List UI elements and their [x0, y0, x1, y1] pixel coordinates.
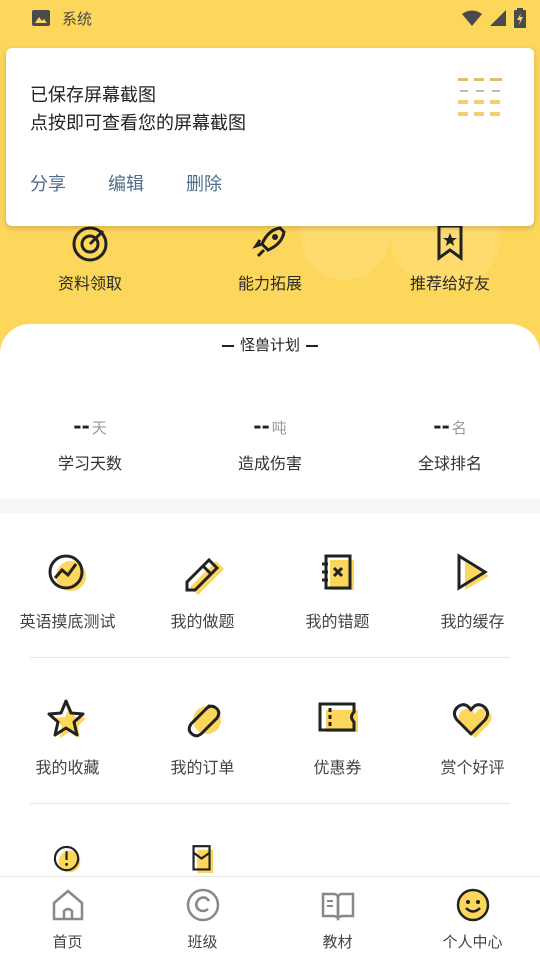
notification-message: 点按即可查看您的屏幕截图 [30, 113, 246, 134]
grid-item-label: 英语摸底测试 [19, 612, 116, 631]
status-bar: 系统 [0, 0, 540, 36]
nav-label: 班级 [187, 933, 218, 951]
book-icon [321, 892, 354, 922]
feature-grid-row-3 [0, 844, 540, 876]
nav-label: 首页 [52, 933, 83, 951]
grid-item-my-practice[interactable]: 我的做题 [135, 552, 270, 672]
bottom-navigation: 首页 班级 教材 个人中心 [0, 876, 540, 960]
shortcut-recommend[interactable]: 推荐给好友 [360, 220, 540, 300]
status-app-label: 系统 [62, 9, 93, 28]
grid-item-favorites[interactable]: 我的收藏 [0, 698, 135, 818]
grid-item-feedback[interactable] [0, 844, 135, 876]
grid-item-envelope[interactable] [135, 844, 270, 876]
feature-grid-row-2: 我的收藏 我的订单 优惠券 赏个好评 [0, 698, 540, 818]
screenshot-thumbnail[interactable] [454, 74, 508, 122]
stat-study-days: -- 天 学习天数 [0, 414, 180, 474]
grid-divider [30, 803, 510, 804]
delete-button[interactable]: 删除 [186, 170, 222, 196]
class-icon [186, 888, 219, 922]
grid-item-label: 我的错题 [305, 612, 370, 631]
grid-item-label: 我的订单 [170, 758, 235, 777]
shortcut-materials[interactable]: 资料领取 [0, 220, 180, 300]
grid-divider [30, 657, 510, 658]
stat-unit: 吨 [271, 419, 287, 437]
stat-name: 学习天数 [57, 454, 122, 473]
heart-icon [452, 703, 492, 738]
grid-item-wrong-questions[interactable]: 我的错题 [270, 552, 405, 672]
stat-name: 造成伤害 [237, 454, 302, 473]
stat-damage: -- 吨 造成伤害 [180, 414, 360, 474]
nav-textbook[interactable]: 教材 [270, 877, 405, 960]
coupon-icon [318, 702, 358, 732]
nav-label: 教材 [322, 933, 353, 951]
card-title: 怪兽计划 [0, 334, 540, 355]
play-icon [457, 553, 489, 591]
envelope-icon [191, 845, 213, 874]
stat-value: -- [73, 414, 90, 438]
grid-item-my-cache[interactable]: 我的缓存 [405, 552, 540, 672]
nav-profile[interactable]: 个人中心 [405, 877, 540, 960]
stat-unit: 天 [91, 419, 107, 437]
nav-home[interactable]: 首页 [0, 877, 135, 960]
feature-grid-row-1: 英语摸底测试 我的做题 我的错题 我的缓存 [0, 552, 540, 672]
stat-value: -- [433, 414, 450, 438]
shortcut-row: 资料领取 能力拓展 推荐给好友 [0, 220, 540, 300]
card-title-text: 怪兽计划 [239, 336, 300, 354]
shortcut-label: 资料领取 [57, 274, 122, 293]
stat-name: 全球排名 [417, 454, 482, 473]
shortcut-label: 能力拓展 [237, 274, 302, 293]
notebook-x-icon [321, 554, 354, 590]
target-icon [68, 220, 112, 264]
alert-circle-icon [53, 845, 80, 873]
image-icon [32, 10, 50, 26]
section-divider [0, 499, 540, 513]
pencil-icon [185, 557, 224, 595]
home-icon [52, 889, 83, 921]
notification-title: 已保存屏幕截图 [30, 85, 156, 106]
share-button[interactable]: 分享 [30, 170, 66, 196]
nav-class[interactable]: 班级 [135, 877, 270, 960]
stat-unit: 名 [451, 419, 467, 437]
shortcut-skills[interactable]: 能力拓展 [180, 220, 360, 300]
screenshot-notification[interactable]: 已保存屏幕截图 点按即可查看您的屏幕截图 分享 编辑 删除 [6, 48, 534, 226]
grid-item-label: 我的收藏 [35, 758, 100, 777]
star-icon [47, 699, 86, 738]
grid-item-english-test[interactable]: 英语摸底测试 [0, 552, 135, 672]
grid-item-label: 我的做题 [170, 612, 235, 631]
stat-value: -- [253, 414, 270, 438]
nav-label: 个人中心 [442, 933, 503, 951]
notification-actions: 分享 编辑 删除 [30, 170, 222, 196]
wifi-icon [462, 10, 482, 26]
chart-circle-icon [48, 554, 86, 591]
grid-item-label: 我的缓存 [440, 612, 505, 631]
battery-icon [514, 8, 526, 28]
signal-icon [490, 10, 506, 26]
stat-global-rank: -- 名 全球排名 [360, 414, 540, 474]
rocket-icon [248, 220, 292, 264]
edit-button[interactable]: 编辑 [108, 170, 144, 196]
grid-item-coupons[interactable]: 优惠券 [270, 698, 405, 818]
shortcut-label: 推荐给好友 [409, 274, 490, 293]
grid-item-orders[interactable]: 我的订单 [135, 698, 270, 818]
smiley-icon [456, 888, 489, 922]
grid-item-rate[interactable]: 赏个好评 [405, 698, 540, 818]
bookmark-star-icon [428, 220, 472, 264]
grid-item-label: 优惠券 [313, 758, 362, 777]
grid-item-label: 赏个好评 [440, 758, 505, 777]
monster-plan-card: 怪兽计划 -- 天 学习天数 -- 吨 造成伤害 -- 名 全球排名 [0, 324, 540, 499]
paperclip-icon [187, 704, 221, 738]
